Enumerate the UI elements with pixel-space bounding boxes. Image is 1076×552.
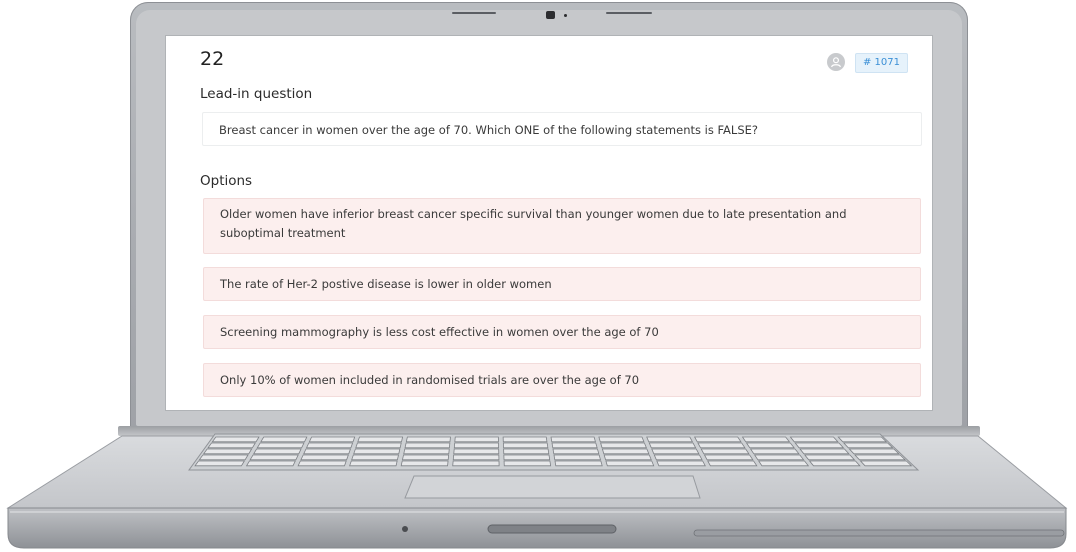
laptop-base <box>6 433 1068 549</box>
keyboard-key <box>452 460 500 467</box>
keyboard-key <box>260 436 308 443</box>
keyboard-key <box>202 448 253 455</box>
keyboard-key <box>601 448 650 455</box>
keyboard-key <box>794 442 845 449</box>
keyboard-key <box>400 460 449 467</box>
keyboard-key <box>646 436 694 443</box>
keyboard-key <box>256 442 305 449</box>
front-latch <box>487 524 617 534</box>
keyboard-key <box>554 460 603 467</box>
keyboard-key <box>600 442 647 449</box>
keyboard-key <box>503 454 551 461</box>
keyboard-key <box>357 436 404 443</box>
keyboard-key <box>351 454 399 461</box>
keyboard-key <box>300 454 349 461</box>
keyboard-key <box>693 436 742 443</box>
keyboard-key <box>804 454 856 461</box>
front-vent <box>693 529 1065 537</box>
front-indicator-icon <box>402 526 408 532</box>
keyboard-key <box>700 448 750 455</box>
keyboard-key <box>651 448 700 455</box>
keyboard-key <box>404 442 451 449</box>
keyboard-key <box>741 436 791 443</box>
keyboard-key <box>753 454 805 461</box>
keyboard-key <box>249 454 299 461</box>
keyboard-key <box>598 436 645 443</box>
keyboard-key <box>757 460 810 467</box>
keyboard-key <box>297 460 347 467</box>
keyboard-key <box>303 448 352 455</box>
keyboard-key <box>355 442 402 449</box>
keyboard-key <box>453 442 500 449</box>
keyboard-key <box>308 436 356 443</box>
keyboard-key <box>405 436 451 443</box>
keyboard-key <box>854 454 907 461</box>
keyboard-key <box>198 454 249 461</box>
keyboard-key <box>799 448 850 455</box>
trackpad <box>404 475 701 499</box>
keyboard-key <box>403 448 450 455</box>
keyboard-key <box>605 460 655 467</box>
keyboard-key <box>401 454 450 461</box>
keyboard-key <box>353 448 401 455</box>
keyboard-key <box>848 448 900 455</box>
keyboard-key <box>503 460 552 467</box>
keyboard-key <box>452 454 500 461</box>
keyboard-key <box>551 442 598 449</box>
keyboard-key <box>550 436 596 443</box>
keyboard-key <box>749 448 800 455</box>
keyboard-key <box>502 442 549 449</box>
keyboard-key <box>653 454 703 461</box>
keyboard-key <box>648 442 697 449</box>
keyboard-key <box>656 460 706 467</box>
keyboard-key <box>211 436 260 443</box>
keyboard-key <box>745 442 795 449</box>
keyboard-key <box>305 442 354 449</box>
keyboard-key <box>253 448 302 455</box>
keyboard-key <box>349 460 398 467</box>
keyboard-key <box>808 460 861 467</box>
keyboard-key <box>245 460 296 467</box>
keyboard-key <box>842 442 894 449</box>
keyboard-key <box>789 436 839 443</box>
keyboard-key <box>453 448 500 455</box>
keyboard-key <box>503 448 550 455</box>
keyboard-key <box>502 436 548 443</box>
keyboard-key <box>553 454 602 461</box>
keyboard-key <box>552 448 600 455</box>
keyboard-key <box>697 442 746 449</box>
keyboard-key <box>837 436 888 443</box>
keyboard-key <box>707 460 758 467</box>
keyboard-key <box>194 460 246 467</box>
keyboard-key <box>454 436 499 443</box>
keyboard-key <box>859 460 913 467</box>
keyboard-key <box>703 454 754 461</box>
keyboard-key <box>603 454 652 461</box>
keyboard-key <box>207 442 256 449</box>
